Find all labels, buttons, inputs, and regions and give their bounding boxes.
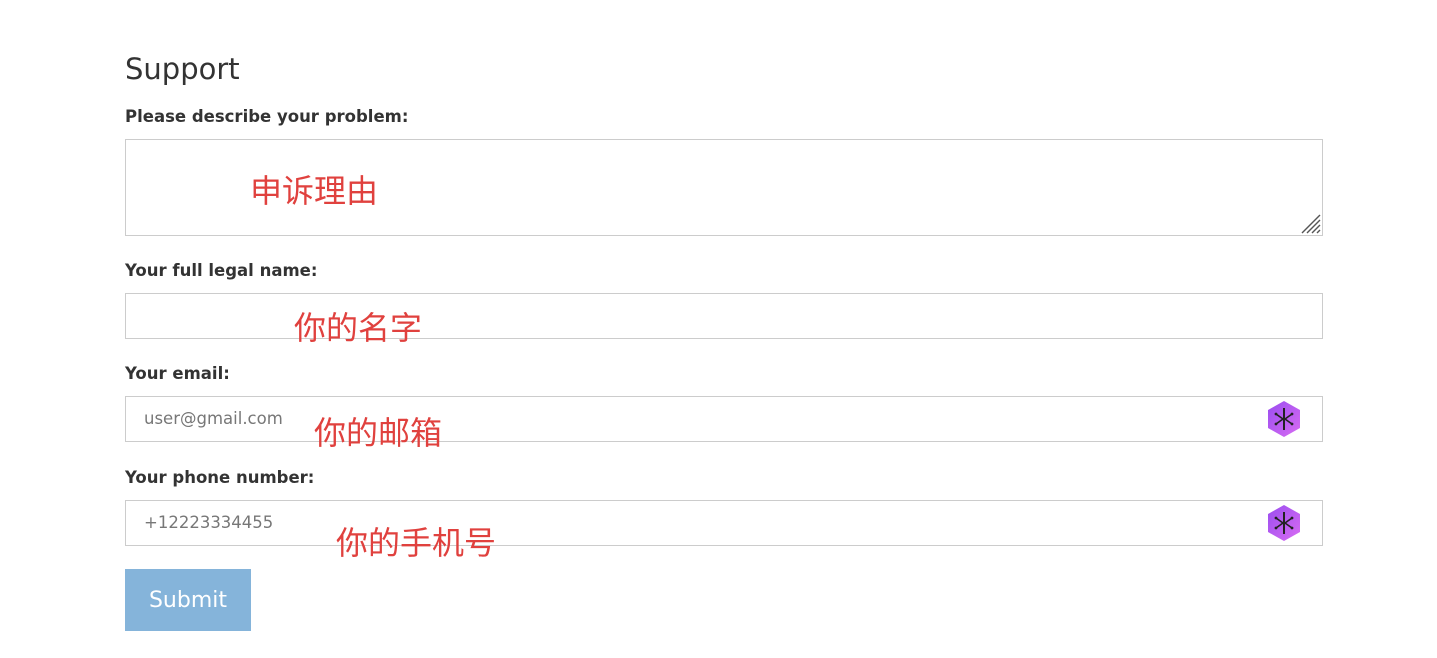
phone-input[interactable]: +12223334455	[125, 500, 1323, 546]
email-annotation: 你的邮箱	[314, 414, 443, 452]
phone-annotation: 你的手机号	[336, 524, 497, 562]
email-input[interactable]: user@gmail.com	[125, 396, 1323, 442]
problem-label: Please describe your problem:	[125, 107, 409, 126]
email-label: Your email:	[125, 364, 230, 383]
phone-placeholder: +12223334455	[144, 513, 274, 532]
page-title: Support	[125, 52, 240, 86]
extension-hexagon-icon[interactable]	[1264, 503, 1304, 543]
name-label: Your full legal name:	[125, 261, 318, 280]
submit-button[interactable]: Submit	[125, 569, 251, 631]
phone-label: Your phone number:	[125, 468, 315, 487]
extension-hexagon-icon[interactable]	[1264, 399, 1304, 439]
resize-handle-icon[interactable]	[1299, 212, 1321, 234]
name-annotation: 你的名字	[294, 309, 423, 347]
email-placeholder: user@gmail.com	[144, 409, 283, 428]
problem-annotation: 申诉理由	[250, 172, 379, 210]
